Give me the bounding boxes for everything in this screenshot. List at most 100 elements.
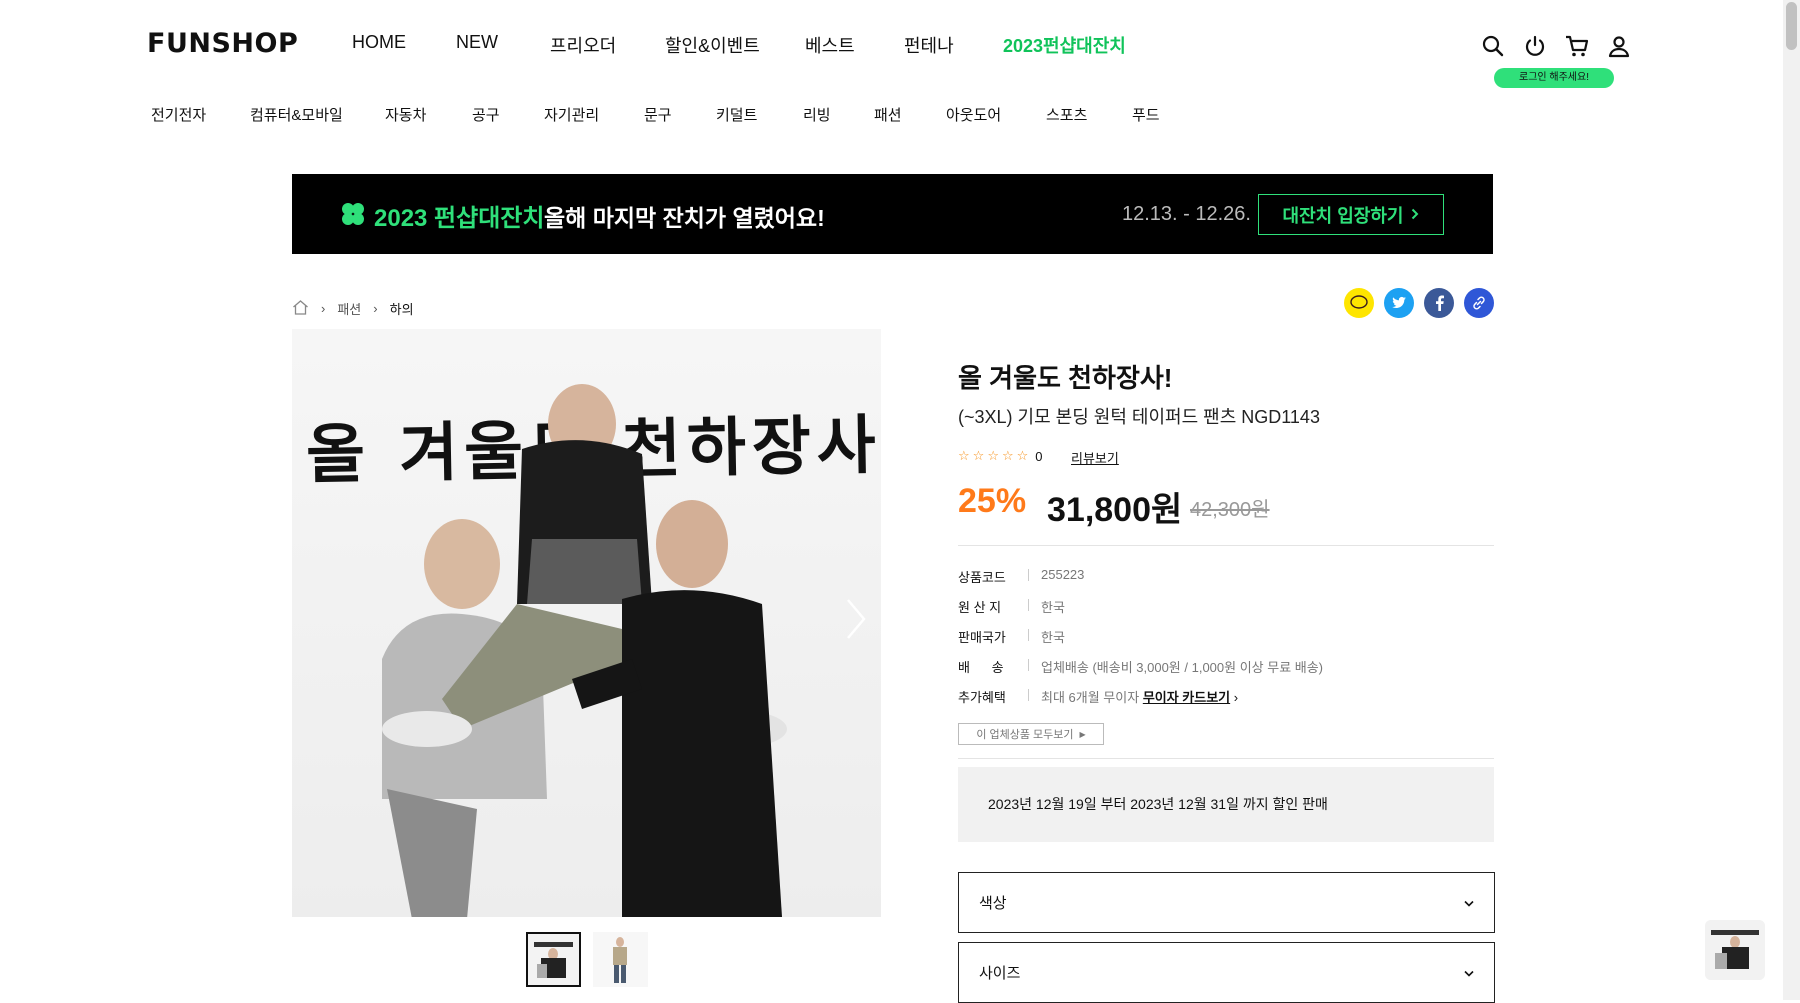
category-item[interactable]: 문구: [644, 104, 716, 125]
category-nav: 전기전자 컴퓨터&모바일 자동차 공구 자기관리 문구 키덜트 리빙 패션 아웃…: [151, 104, 1160, 125]
thumbnail-list: [526, 932, 648, 987]
chevron-down-icon: [1464, 894, 1474, 911]
spec-divider: [1028, 659, 1029, 671]
view-all-label: 이 업체상품 모두보기: [976, 729, 1074, 741]
category-item[interactable]: 아웃도어: [946, 104, 1046, 125]
banner-title: 2023 펀샵대잔치: [374, 205, 545, 232]
nav-sale-event[interactable]: 할인&이벤트: [665, 32, 805, 56]
spec-label: 원 산 지: [958, 600, 1002, 615]
review-count: 0: [1035, 448, 1043, 464]
caret-right-icon: ▶: [1079, 729, 1086, 739]
category-item[interactable]: 리빙: [803, 104, 874, 125]
link-copy-icon[interactable]: [1464, 288, 1494, 318]
review-link[interactable]: 리뷰보기: [1071, 448, 1119, 467]
next-image-arrow[interactable]: [845, 597, 867, 646]
spec-value: 최대 6개월 무이자 무이자 카드보기 ›: [1041, 687, 1238, 706]
cart-icon[interactable]: [1564, 33, 1590, 59]
star-icon: ☆: [1001, 448, 1014, 463]
nav-preorder[interactable]: 프리오더: [550, 32, 665, 56]
banner-dates: 12.13. - 12.26.: [1122, 203, 1251, 225]
search-icon[interactable]: [1480, 33, 1506, 59]
category-item[interactable]: 키덜트: [716, 104, 803, 125]
kakao-share-icon[interactable]: [1344, 288, 1374, 318]
star-icon: ☆: [972, 448, 985, 463]
category-item[interactable]: 패션: [874, 104, 946, 125]
models-illustration: [382, 384, 787, 917]
share-buttons: [1344, 288, 1494, 318]
scrollbar[interactable]: [1783, 0, 1800, 1000]
breadcrumb: › 패션 › 하의: [292, 299, 414, 318]
spec-divider: [1028, 629, 1029, 641]
clover-icon: [340, 201, 366, 232]
spec-divider: [1028, 599, 1029, 611]
login-tooltip[interactable]: 로그인 해주세요!: [1494, 68, 1614, 88]
breadcrumb-item[interactable]: 패션: [337, 299, 361, 318]
thumbnail-item[interactable]: [526, 932, 581, 987]
original-price: 42,300원: [1190, 499, 1270, 521]
twitter-share-icon[interactable]: [1384, 288, 1414, 318]
divider: [958, 758, 1494, 759]
spec-row: 상품코드 255223: [958, 567, 1084, 586]
spec-row: 원 산 지 한국: [958, 597, 1065, 616]
spec-label: 배 송: [958, 660, 1004, 675]
spec-row: 판매국가 한국: [958, 627, 1065, 646]
chevron-right-icon: ›: [373, 301, 378, 316]
recent-viewed-thumbnail[interactable]: [1705, 920, 1765, 980]
product-main-image[interactable]: 올 겨울도 천하장사: [292, 329, 881, 917]
chevron-right-icon: ›: [1233, 690, 1239, 705]
category-item[interactable]: 자기관리: [544, 104, 644, 125]
home-icon[interactable]: [292, 299, 309, 318]
color-select[interactable]: 색상: [958, 872, 1495, 933]
spec-value: 업체배송 (배송비 3,000원 / 1,000원 이상 무료 배송): [1041, 660, 1324, 675]
main-nav: HOME NEW 프리오더 할인&이벤트 베스트 펀테나 2023펀샵대잔치: [352, 32, 1126, 56]
benefit-text: 최대 6개월 무이자: [1041, 690, 1140, 705]
select-label: 색상: [979, 895, 1007, 912]
discount-rate: 25%: [958, 482, 1027, 520]
power-icon[interactable]: [1522, 33, 1548, 59]
divider: [958, 545, 1494, 546]
festival-banner[interactable]: 2023 펀샵대잔치 올해 마지막 잔치가 열렸어요! 12.13. - 12.…: [292, 174, 1493, 254]
spec-label: 상품코드: [958, 570, 1006, 585]
category-item[interactable]: 자동차: [385, 104, 472, 125]
spec-row: 추가혜택 최대 6개월 무이자 무이자 카드보기 ›: [958, 687, 1238, 706]
select-label: 사이즈: [979, 965, 1021, 982]
interest-free-card-link[interactable]: 무이자 카드보기: [1143, 690, 1230, 705]
spec-row: 배 송 업체배송 (배송비 3,000원 / 1,000원 이상 무료 배송): [958, 657, 1323, 676]
facebook-share-icon[interactable]: [1424, 288, 1454, 318]
user-icon[interactable]: [1606, 33, 1632, 59]
nav-home[interactable]: HOME: [352, 32, 456, 56]
spec-value: 한국: [1041, 630, 1065, 645]
nav-2023-festival[interactable]: 2023펀샵대잔치: [1003, 32, 1126, 56]
view-all-vendor-products-button[interactable]: 이 업체상품 모두보기 ▶: [958, 723, 1104, 745]
spec-label: 판매국가: [958, 630, 1006, 645]
category-item[interactable]: 공구: [472, 104, 544, 125]
chevron-right-icon: [1411, 204, 1419, 225]
spec-value: 한국: [1041, 600, 1065, 615]
size-select[interactable]: 사이즈: [958, 942, 1495, 1003]
category-item[interactable]: 푸드: [1132, 104, 1160, 125]
category-item[interactable]: 스포츠: [1046, 104, 1132, 125]
nav-funtenna[interactable]: 펀테나: [904, 32, 1003, 56]
chevron-right-icon: ›: [321, 301, 326, 316]
site-logo[interactable]: FUNSHOP: [147, 28, 298, 59]
banner-subtitle: 올해 마지막 잔치가 열렸어요!: [544, 205, 825, 231]
spec-divider: [1028, 569, 1029, 581]
spec-value: 255223: [1041, 567, 1085, 582]
scrollbar-thumb[interactable]: [1786, 2, 1797, 50]
header-utility: [1480, 33, 1632, 59]
product-title: 올 겨울도 천하장사!: [958, 363, 1173, 393]
enter-festival-button[interactable]: 대잔치 입장하기: [1258, 194, 1444, 235]
nav-best[interactable]: 베스트: [805, 32, 904, 56]
star-icon: ☆: [987, 448, 999, 463]
nav-new[interactable]: NEW: [456, 32, 550, 56]
rating-stars: ☆ ☆ ☆ ☆ ☆ 0: [958, 448, 1043, 464]
breadcrumb-current[interactable]: 하의: [390, 299, 414, 318]
thumbnail-item[interactable]: [593, 932, 648, 987]
star-icon: ☆: [1016, 448, 1029, 463]
banner-button-label: 대잔치 입장하기: [1282, 205, 1404, 226]
category-item[interactable]: 컴퓨터&모바일: [250, 104, 385, 125]
category-item[interactable]: 전기전자: [151, 104, 250, 125]
star-icon: ☆: [958, 448, 970, 463]
spec-label: 추가혜택: [958, 690, 1006, 705]
product-subtitle: (~3XL) 기모 본딩 원턱 테이퍼드 팬츠 NGD1143: [958, 407, 1320, 427]
